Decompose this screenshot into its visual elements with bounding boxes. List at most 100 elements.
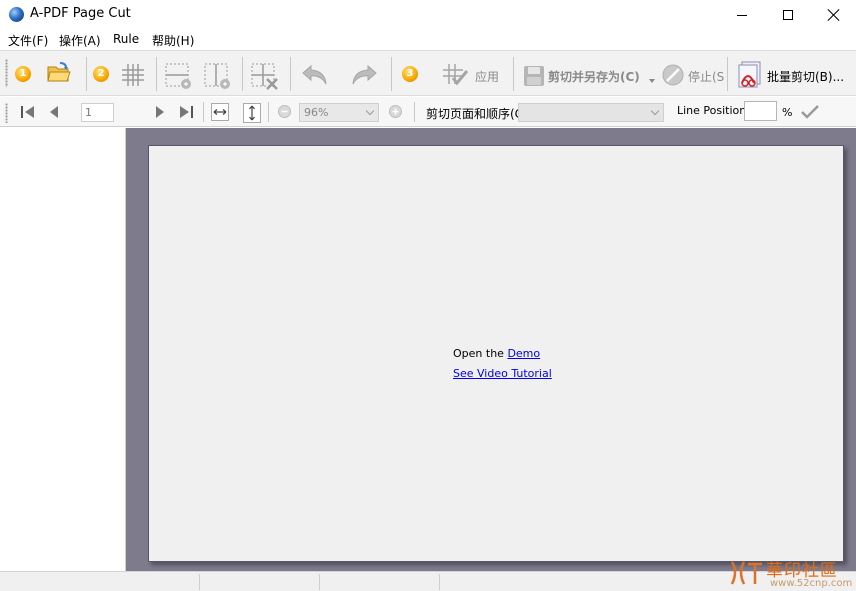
confirm-position-button[interactable] bbox=[801, 105, 819, 122]
tutorial-line: See Video Tutorial bbox=[453, 367, 552, 380]
menu-operate[interactable]: 操作(A) bbox=[59, 32, 101, 49]
next-page-button[interactable] bbox=[155, 106, 165, 121]
zoom-out-icon bbox=[278, 105, 291, 118]
zoom-in-button[interactable] bbox=[389, 105, 402, 121]
line-position-input[interactable] bbox=[744, 101, 777, 121]
vertical-cut-icon bbox=[204, 63, 230, 89]
previous-page-button[interactable] bbox=[49, 106, 59, 121]
grid-icon bbox=[122, 64, 144, 86]
chevron-down-icon bbox=[650, 106, 660, 116]
demo-link[interactable]: Demo bbox=[507, 347, 540, 360]
apply-icon bbox=[441, 62, 469, 91]
redo-button[interactable] bbox=[350, 63, 378, 90]
checkmark-icon bbox=[801, 105, 819, 119]
fit-height-icon bbox=[243, 103, 261, 123]
toolbar-separator bbox=[513, 57, 514, 91]
last-page-icon bbox=[180, 106, 193, 118]
redo-icon bbox=[352, 64, 377, 85]
close-button[interactable] bbox=[811, 0, 856, 30]
toolbar-separator bbox=[242, 57, 243, 91]
status-cell bbox=[0, 574, 200, 590]
cut-save-as-button[interactable]: 剪切并另存为(C) bbox=[548, 68, 640, 85]
toolbar-separator bbox=[727, 57, 728, 91]
maximize-button[interactable] bbox=[765, 0, 811, 30]
chevron-down-icon bbox=[365, 106, 375, 116]
cut-save-dropdown[interactable] bbox=[649, 72, 655, 86]
previous-page-icon bbox=[50, 106, 58, 118]
percent-label: % bbox=[782, 106, 793, 119]
watermark-url: www.52cnp.com bbox=[770, 578, 853, 589]
toolbar-separator bbox=[156, 57, 157, 91]
batch-cut-button[interactable]: 批量剪切(B)... bbox=[767, 68, 844, 85]
title-bar: A-PDF Page Cut bbox=[0, 0, 856, 30]
toolbar-separator bbox=[86, 57, 87, 91]
fit-width-button[interactable] bbox=[211, 103, 229, 124]
page-number-input[interactable]: 1 bbox=[81, 103, 114, 122]
status-cell bbox=[200, 574, 320, 590]
step3-badge: 3 bbox=[402, 66, 418, 82]
horizontal-cut-icon bbox=[165, 63, 191, 89]
app-window: A-PDF Page Cut 文件(F) 操作(A) Rule 帮助(H) 1 … bbox=[0, 0, 856, 591]
cut-order-label: 剪切页面和顺序(C bbox=[426, 107, 524, 121]
site-watermark: 華印社區 www.52cnp.com bbox=[726, 556, 856, 591]
window-title: A-PDF Page Cut bbox=[30, 6, 131, 21]
menu-help[interactable]: 帮助(H) bbox=[152, 32, 194, 49]
toolbar-separator bbox=[414, 102, 415, 122]
zoom-in-icon bbox=[389, 105, 402, 118]
stop-button[interactable]: 停止(S bbox=[688, 68, 724, 85]
toolbar-grip bbox=[5, 59, 8, 87]
toolbar-grip bbox=[5, 103, 8, 123]
apply-button[interactable]: 应用 bbox=[475, 68, 499, 85]
menu-rule[interactable]: Rule bbox=[113, 32, 139, 46]
zoom-out-button[interactable] bbox=[278, 105, 291, 121]
batch-cut-icon bbox=[736, 61, 764, 92]
menu-file[interactable]: 文件(F) bbox=[8, 32, 48, 49]
horizontal-cut-button[interactable] bbox=[164, 62, 194, 93]
step2-badge: 2 bbox=[93, 66, 109, 82]
navigation-toolbar: 1 96% 剪切页面和顺序(C Line Position: % bbox=[0, 97, 856, 127]
minimize-button[interactable] bbox=[719, 0, 765, 30]
toolbar-separator bbox=[290, 57, 291, 91]
stop-circle-icon bbox=[662, 64, 684, 86]
open-demo-line: Open the Demo bbox=[453, 347, 540, 360]
watermark-logo-icon bbox=[730, 561, 762, 585]
toolbar-separator bbox=[268, 102, 269, 122]
maximize-icon bbox=[783, 10, 793, 20]
app-globe-icon bbox=[9, 7, 24, 22]
delete-cut-button[interactable] bbox=[250, 62, 280, 93]
zoom-select[interactable]: 96% bbox=[299, 103, 379, 122]
last-page-button[interactable] bbox=[179, 106, 193, 121]
zoom-value: 96% bbox=[304, 106, 329, 119]
save-icon bbox=[523, 65, 545, 90]
first-page-button[interactable] bbox=[21, 106, 35, 121]
undo-icon bbox=[302, 64, 327, 85]
main-toolbar: 1 2 3 应用 剪切并另存为(C) 停止(S 批量剪切(B)... bbox=[0, 50, 856, 96]
toolbar-separator bbox=[391, 57, 392, 91]
open-folder-button[interactable] bbox=[47, 62, 71, 87]
thumbnail-panel[interactable] bbox=[0, 128, 126, 571]
open-the-text: Open the bbox=[453, 347, 504, 360]
close-icon bbox=[828, 9, 840, 21]
vertical-cut-button[interactable] bbox=[203, 62, 233, 93]
line-position-label: Line Position: bbox=[677, 104, 750, 117]
delete-cut-icon bbox=[251, 63, 278, 90]
grid-button[interactable] bbox=[121, 63, 145, 90]
batch-pdf-icon bbox=[738, 61, 761, 88]
status-cell bbox=[320, 574, 440, 590]
video-tutorial-link[interactable]: See Video Tutorial bbox=[453, 367, 552, 380]
cut-order-select[interactable] bbox=[518, 103, 664, 122]
fit-width-icon bbox=[211, 103, 229, 121]
document-page[interactable]: Open the Demo See Video Tutorial bbox=[148, 145, 844, 562]
step1-badge: 1 bbox=[15, 66, 31, 82]
dropdown-arrow-icon bbox=[649, 79, 655, 83]
apply-grid-check-icon bbox=[443, 64, 469, 86]
document-canvas[interactable]: Open the Demo See Video Tutorial bbox=[126, 128, 856, 571]
stop-icon bbox=[662, 64, 684, 89]
open-folder-icon bbox=[47, 62, 71, 82]
undo-button[interactable] bbox=[301, 63, 329, 90]
floppy-save-icon bbox=[524, 66, 544, 86]
fit-height-button[interactable] bbox=[243, 103, 261, 126]
toolbar-separator bbox=[203, 102, 204, 122]
minimize-icon bbox=[737, 14, 747, 16]
first-page-icon bbox=[21, 106, 34, 118]
